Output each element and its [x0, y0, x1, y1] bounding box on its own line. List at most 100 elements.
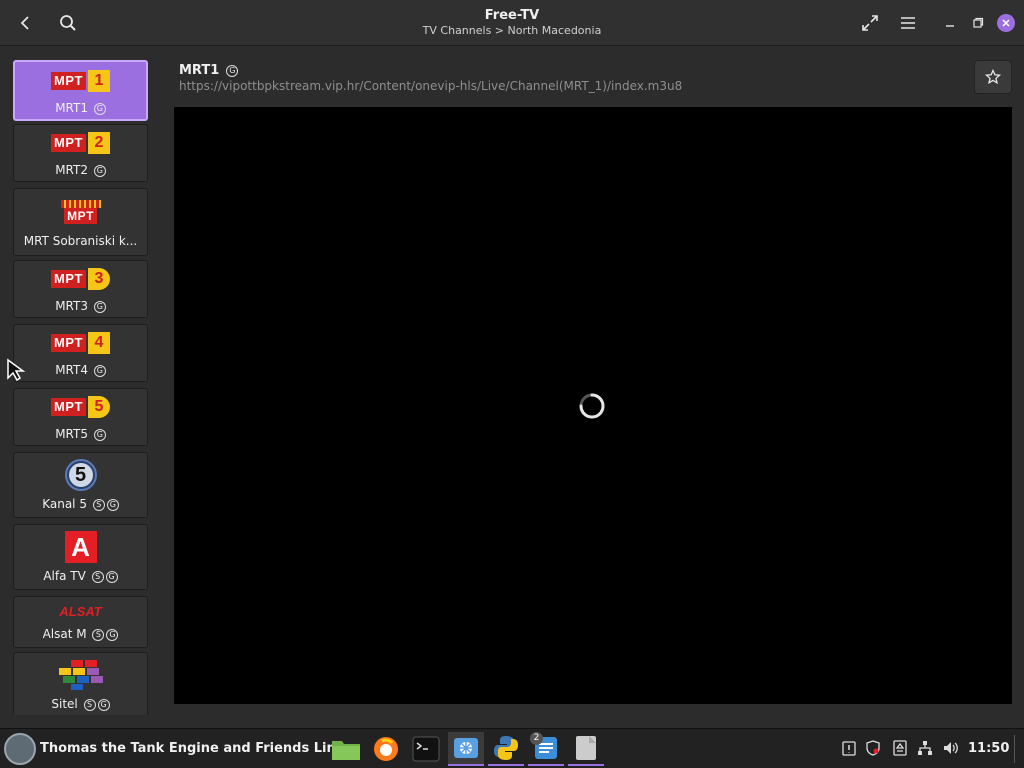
parliament-icon [60, 200, 101, 208]
search-button[interactable] [54, 9, 82, 37]
mrt5-logo: MPT 5 [51, 392, 110, 422]
geo-badge: G [226, 65, 239, 77]
geo-badge: G [106, 499, 119, 511]
close-icon [997, 14, 1015, 32]
search-icon [60, 15, 76, 31]
tray-updates[interactable] [891, 739, 909, 757]
geo-badge: G [97, 699, 110, 711]
network-icon [918, 741, 932, 755]
channel-label: Kanal 5 SG [42, 496, 119, 512]
mouse-pointer-icon [7, 358, 26, 382]
active-window-title[interactable]: Thomas the Tank Engine and Friends Linux [40, 741, 353, 756]
chevron-left-icon [20, 16, 29, 30]
channel-label: MRT3 G [55, 298, 106, 314]
subscription-badge: S [91, 571, 104, 583]
clipboard-icon [842, 741, 856, 756]
geo-badge: G [93, 165, 106, 177]
channel-item-mrt3[interactable]: MPT 3 MRT3 G [13, 260, 148, 318]
taskbar-notes[interactable]: 2 [528, 732, 564, 766]
tray-security[interactable] [864, 739, 882, 757]
browser-icon [374, 737, 398, 761]
taskbar-files[interactable] [328, 732, 364, 766]
channel-item-alsat-m[interactable]: ALSAT Alsat M SG [13, 596, 148, 648]
geo-badge: G [93, 365, 106, 377]
tray-network[interactable] [916, 739, 934, 757]
maximize-button[interactable] [964, 9, 992, 37]
menu-button[interactable] [894, 9, 922, 37]
update-icon [893, 740, 907, 756]
current-channel-title: MRT1 [179, 63, 220, 78]
geo-badge: G [93, 429, 106, 441]
channel-label: MRT1 G [55, 100, 106, 116]
mrt1-logo: MPT 1 [51, 66, 110, 96]
window-title-area: Free-TV TV Channels > North Macedonia [312, 8, 712, 38]
fullscreen-button[interactable] [856, 9, 884, 37]
subscription-badge: S [92, 499, 105, 511]
channel-item-mrt-sobraniski[interactable]: MPT MRT Sobraniski k... [13, 188, 148, 256]
python-icon [494, 736, 518, 760]
mrt4-logo: MPT 4 [51, 328, 110, 358]
alsat-m-logo: ALSAT [59, 603, 102, 619]
tray-volume[interactable] [942, 739, 960, 757]
geo-badge: G [106, 629, 119, 641]
channel-item-mrt1[interactable]: MPT 1 MRT1 G [13, 60, 148, 121]
breadcrumb: TV Channels > North Macedonia [422, 24, 602, 37]
close-button[interactable] [992, 9, 1020, 37]
geo-badge: G [93, 301, 106, 313]
taskbar-text-editor[interactable] [568, 732, 604, 766]
channel-label: Alfa TV SG [43, 568, 118, 584]
mrt3-logo: MPT 3 [51, 264, 110, 294]
minimize-icon [946, 25, 954, 27]
geo-badge: G [93, 102, 106, 115]
channel-label: Alsat M SG [43, 626, 119, 642]
taskbar-free-tv[interactable] [448, 732, 484, 766]
channel-item-sitel[interactable]: Sitel SG [13, 652, 148, 715]
channel-item-mrt2[interactable]: MPT 2 MRT2 G [13, 124, 148, 182]
alfa-tv-logo: A [64, 530, 97, 564]
hamburger-menu-icon [901, 17, 915, 29]
volume-icon [944, 742, 958, 754]
subscription-badge: S [83, 699, 96, 711]
channel-item-mrt5[interactable]: MPT 5 MRT5 G [13, 388, 148, 446]
channel-item-alfa-tv[interactable]: A Alfa TV SG [13, 524, 148, 590]
taskbar-terminal[interactable] [408, 732, 444, 766]
taskbar-python[interactable] [488, 732, 524, 766]
current-channel-header: MRT1 G [179, 59, 239, 78]
active-window-icon[interactable] [4, 733, 36, 765]
channel-label: MRT4 G [55, 362, 106, 378]
title-bar: Free-TV TV Channels > North Macedonia [0, 0, 1024, 46]
mrt2-logo: MPT 2 [51, 128, 110, 158]
back-button[interactable] [12, 9, 40, 37]
taskbar: Thomas the Tank Engine and Friends Linux… [0, 728, 1024, 768]
subscription-badge: S [92, 629, 105, 641]
loading-spinner-icon [579, 393, 605, 419]
restore-icon [973, 17, 984, 28]
expand-icon [862, 15, 878, 31]
geo-badge: G [105, 571, 118, 583]
star-icon [985, 69, 1001, 85]
channel-item-mrt4[interactable]: MPT 4 MRT4 G [13, 324, 148, 382]
favorite-button[interactable] [974, 60, 1012, 94]
channel-label: Sitel SG [51, 696, 110, 712]
video-player[interactable] [174, 107, 1012, 704]
shield-icon [866, 740, 880, 756]
document-icon [576, 736, 596, 760]
clock[interactable]: 11:50 [968, 741, 1009, 756]
tray-clipboard[interactable] [840, 739, 858, 757]
channel-item-kanal5[interactable]: 5 Kanal 5 SG [13, 452, 148, 518]
mrt-sobraniski-logo: MPT [60, 195, 101, 229]
channel-label: MRT Sobraniski k... [23, 234, 138, 248]
terminal-icon [412, 736, 440, 762]
minimize-button[interactable] [936, 9, 964, 37]
folder-icon [332, 741, 360, 760]
kanal5-logo: 5 [64, 458, 97, 492]
channel-label: MRT2 G [55, 162, 106, 178]
sitel-logo [57, 658, 105, 692]
taskbar-firefox[interactable] [368, 732, 404, 766]
free-tv-icon [454, 738, 478, 758]
window-title: Free-TV [484, 8, 540, 23]
show-desktop-button[interactable] [1014, 735, 1022, 763]
stream-url: https://vipottbpkstream.vip.hr/Content/o… [179, 79, 683, 93]
channel-label: MRT5 G [55, 426, 106, 442]
notes-count-badge: 2 [530, 732, 543, 745]
